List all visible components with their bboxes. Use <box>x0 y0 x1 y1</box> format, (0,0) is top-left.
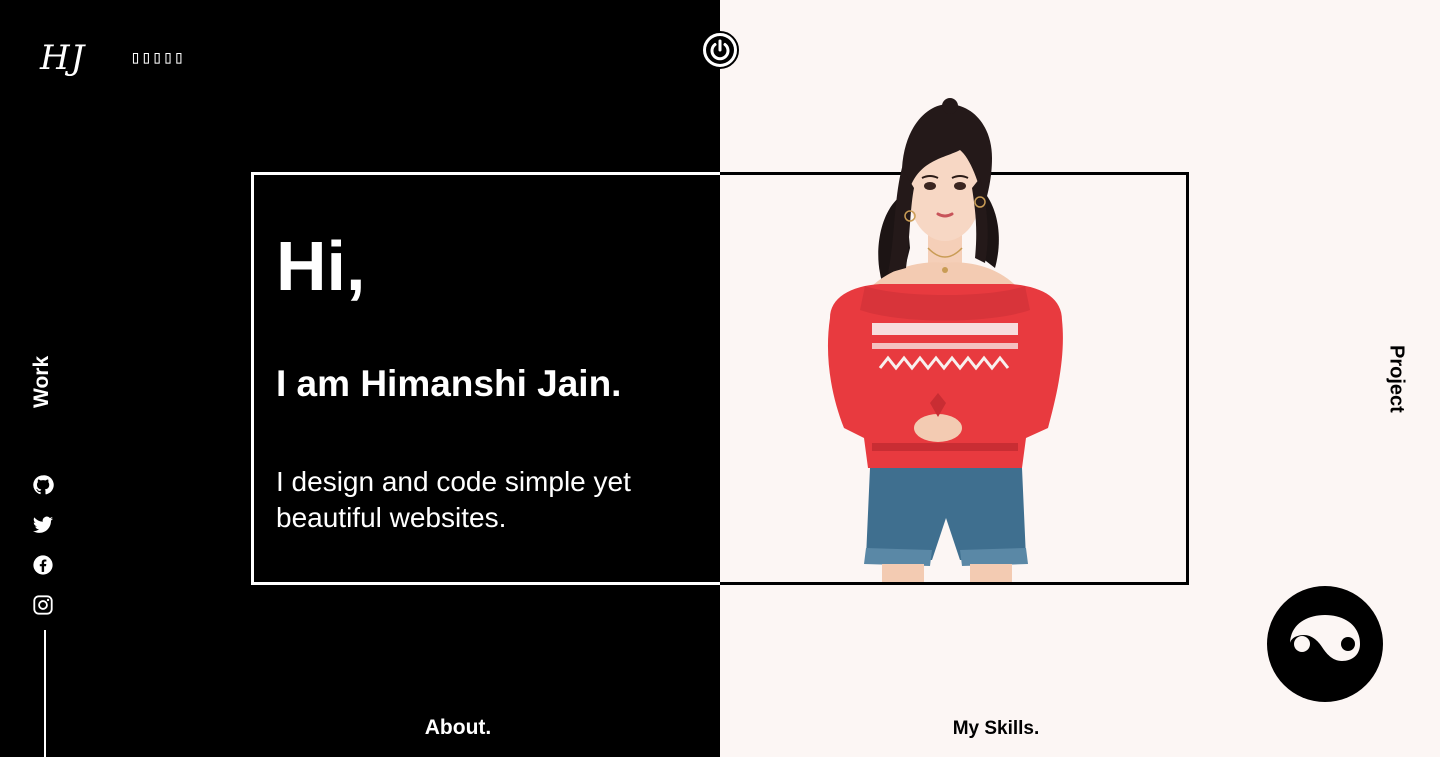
facebook-link[interactable] <box>32 554 54 576</box>
header-missing-glyphs: ▯▯▯▯▯ <box>130 47 185 68</box>
power-button[interactable] <box>701 31 739 69</box>
nav-project-link[interactable]: Project <box>1380 344 1412 414</box>
nav-work-link[interactable]: Work <box>26 350 58 414</box>
portrait-illustration <box>827 98 1063 582</box>
instagram-icon <box>33 595 53 615</box>
project-label: Project <box>1385 345 1408 413</box>
nav-skills-link[interactable]: My Skills. <box>940 718 1052 740</box>
github-link[interactable] <box>32 474 54 496</box>
twitter-link[interactable] <box>32 514 54 536</box>
greeting-heading: Hi, <box>276 227 366 305</box>
site-logo[interactable]: HJ <box>40 38 85 78</box>
social-links <box>32 474 56 634</box>
facebook-icon <box>33 555 53 575</box>
instagram-link[interactable] <box>32 594 54 616</box>
power-icon <box>706 36 734 64</box>
yin-yang-icon[interactable] <box>1266 585 1384 703</box>
twitter-icon <box>32 516 54 533</box>
social-divider-line <box>44 630 46 757</box>
github-icon <box>33 475 54 495</box>
work-label: Work <box>30 355 53 409</box>
tagline-text: I design and code simple yet beautiful w… <box>276 466 631 533</box>
nav-about-link[interactable]: About. <box>410 716 506 740</box>
name-heading: I am Himanshi Jain. <box>276 363 622 404</box>
